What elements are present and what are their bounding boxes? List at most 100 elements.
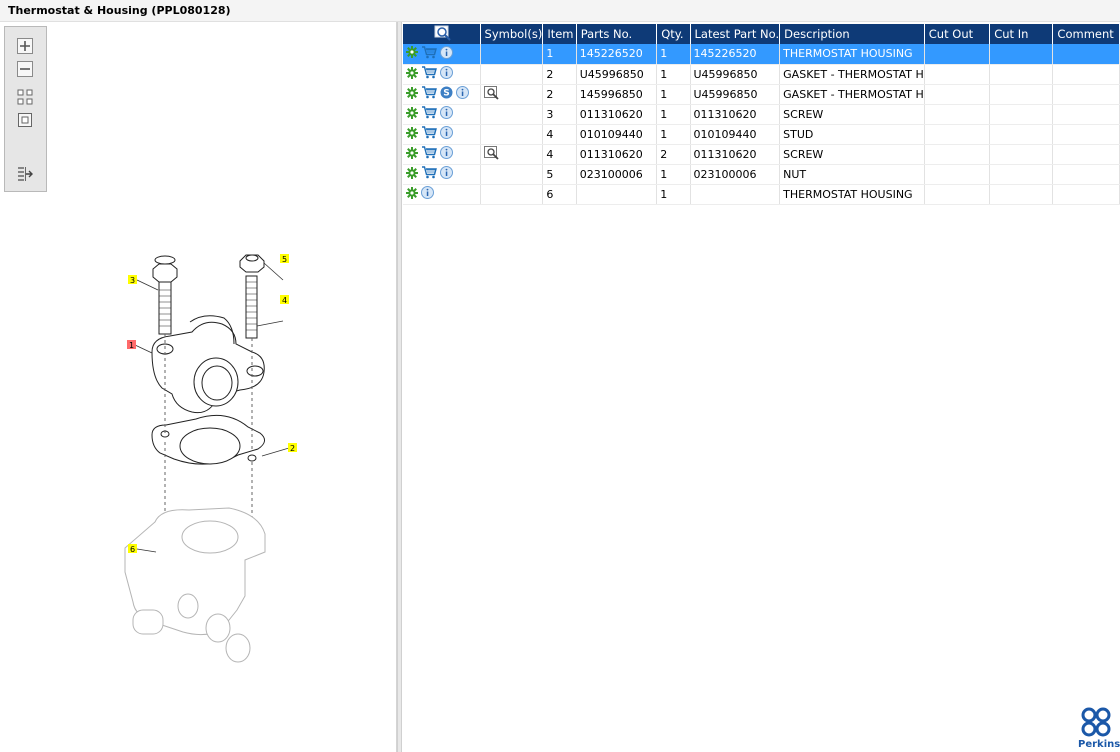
cell-item: 4 — [542, 124, 577, 145]
info-icon[interactable] — [440, 146, 453, 162]
cell-description: SCREW — [779, 104, 925, 125]
illustration-pane[interactable]: 3 5 4 1 2 6 — [0, 22, 397, 752]
cell-description: SCREW — [779, 144, 925, 165]
cell-item: 2 — [542, 84, 577, 105]
cell-latest-part-no: U45996850 — [690, 84, 781, 105]
row-actions — [403, 64, 481, 85]
settings-gear-icon[interactable] — [406, 146, 418, 162]
view-detail-icon[interactable] — [483, 85, 500, 103]
add-to-cart-icon[interactable] — [421, 66, 437, 82]
table-row[interactable]: 1 145226520 1 145226520 THERMOSTAT HOUSING — [403, 44, 1120, 65]
column-header-latest-part-no[interactable]: Latest Part No. — [690, 24, 781, 44]
info-icon[interactable] — [421, 186, 434, 202]
cell-parts-no: U45996850 — [576, 64, 658, 85]
settings-gear-icon[interactable] — [406, 46, 418, 61]
table-row[interactable]: 2 U45996850 1 U45996850 GASKET - THERMOSTAT … — [403, 64, 1120, 85]
settings-gear-icon[interactable] — [406, 186, 418, 202]
cell-symbols — [480, 124, 544, 145]
cell-item: 5 — [542, 164, 577, 185]
cell-cut-out — [924, 44, 991, 65]
settings-gear-icon[interactable] — [406, 166, 418, 182]
nut-part[interactable] — [239, 254, 265, 273]
stud-part[interactable] — [245, 275, 258, 339]
column-header-cut-out[interactable]: Cut Out — [924, 24, 991, 44]
table-row[interactable]: S 2 145996850 1 U45996850 GASKET - THERMOSTAT… — [403, 84, 1120, 105]
supersession-icon[interactable]: S — [440, 86, 453, 102]
callout-5-label: 5 — [282, 255, 287, 264]
column-header-description[interactable]: Description — [779, 24, 925, 44]
cell-cut-out — [924, 104, 991, 125]
callout-3-label: 3 — [130, 276, 135, 285]
settings-gear-icon[interactable] — [406, 86, 418, 102]
table-row[interactable]: 5 023100006 1 023100006 NUT — [403, 164, 1120, 185]
table-row[interactable]: 4 011310620 2 011310620 SCREW — [403, 144, 1120, 165]
info-icon[interactable] — [440, 45, 453, 62]
cell-description: STUD — [779, 124, 925, 145]
row-actions: S — [403, 84, 481, 105]
table-header-row: Symbol(s) Item Parts No. Qty. Latest Par… — [403, 24, 1120, 44]
column-header-parts-no[interactable]: Parts No. — [576, 24, 658, 44]
cell-cut-in — [989, 124, 1054, 145]
info-icon[interactable] — [440, 166, 453, 182]
callout-6-label: 6 — [130, 545, 135, 554]
cell-symbols — [480, 144, 544, 165]
cell-qty: 1 — [656, 84, 691, 105]
add-to-cart-icon[interactable] — [421, 86, 437, 102]
settings-gear-icon[interactable] — [406, 106, 418, 122]
cell-cut-in — [989, 44, 1054, 65]
add-to-cart-icon[interactable] — [421, 166, 437, 182]
settings-gear-icon[interactable] — [406, 126, 418, 142]
column-header-comment[interactable]: Comment — [1052, 24, 1120, 44]
lower-housing-part[interactable] — [124, 507, 266, 663]
cell-symbols — [480, 44, 544, 65]
cell-parts-no: 011310620 — [576, 104, 658, 125]
row-actions — [403, 164, 481, 185]
cell-latest-part-no: 023100006 — [690, 164, 781, 185]
cell-parts-no: 145996850 — [576, 84, 658, 105]
cell-parts-no — [576, 184, 658, 205]
table-row[interactable]: 4 010109440 1 010109440 STUD — [403, 124, 1120, 145]
add-to-cart-icon[interactable] — [421, 46, 437, 62]
cell-qty: 1 — [656, 44, 691, 65]
add-to-cart-icon[interactable] — [421, 126, 437, 142]
cell-item: 3 — [542, 104, 577, 125]
cell-item: 2 — [542, 64, 577, 85]
table-row[interactable]: 6 1 THERMOSTAT HOUSING — [403, 184, 1120, 205]
cell-qty: 2 — [656, 144, 691, 165]
callout-2-label: 2 — [290, 444, 295, 453]
info-icon[interactable] — [440, 66, 453, 82]
settings-gear-icon[interactable] — [406, 66, 418, 82]
cell-description: GASKET - THERMOSTAT H — [779, 64, 925, 85]
perkins-logo: Perkins — [1078, 706, 1120, 750]
cell-item: 6 — [542, 184, 577, 205]
cell-description: THERMOSTAT HOUSING — [779, 184, 925, 205]
find-in-list-icon — [434, 25, 451, 41]
cell-parts-no: 010109440 — [576, 124, 658, 145]
column-header-item[interactable]: Item — [542, 24, 577, 44]
window-title: Thermostat & Housing (PPL080128) — [0, 0, 1120, 22]
screw-part[interactable] — [152, 255, 178, 335]
add-to-cart-icon[interactable] — [421, 146, 437, 162]
gasket-part[interactable] — [151, 414, 265, 465]
cell-cut-out — [924, 164, 991, 185]
info-icon[interactable] — [440, 126, 453, 142]
cell-symbols — [480, 184, 544, 205]
info-icon[interactable] — [456, 86, 469, 102]
cell-comment — [1052, 184, 1120, 205]
table-row[interactable]: 3 011310620 1 011310620 SCREW — [403, 104, 1120, 125]
parts-table: Symbol(s) Item Parts No. Qty. Latest Par… — [403, 24, 1120, 205]
column-header-cut-in[interactable]: Cut In — [989, 24, 1054, 44]
cell-cut-out — [924, 144, 991, 165]
callout-1-label: 1 — [129, 341, 134, 350]
cell-latest-part-no: 011310620 — [690, 144, 781, 165]
add-to-cart-icon[interactable] — [421, 106, 437, 122]
cell-qty: 1 — [656, 124, 691, 145]
column-header-qty[interactable]: Qty. — [656, 24, 691, 44]
info-icon[interactable] — [440, 106, 453, 122]
column-header-symbols[interactable]: Symbol(s) — [480, 24, 544, 44]
cell-cut-in — [989, 184, 1054, 205]
column-header-icons[interactable] — [403, 24, 481, 44]
row-actions — [403, 144, 481, 165]
view-detail-icon[interactable] — [483, 145, 500, 163]
cell-parts-no: 145226520 — [576, 44, 658, 65]
